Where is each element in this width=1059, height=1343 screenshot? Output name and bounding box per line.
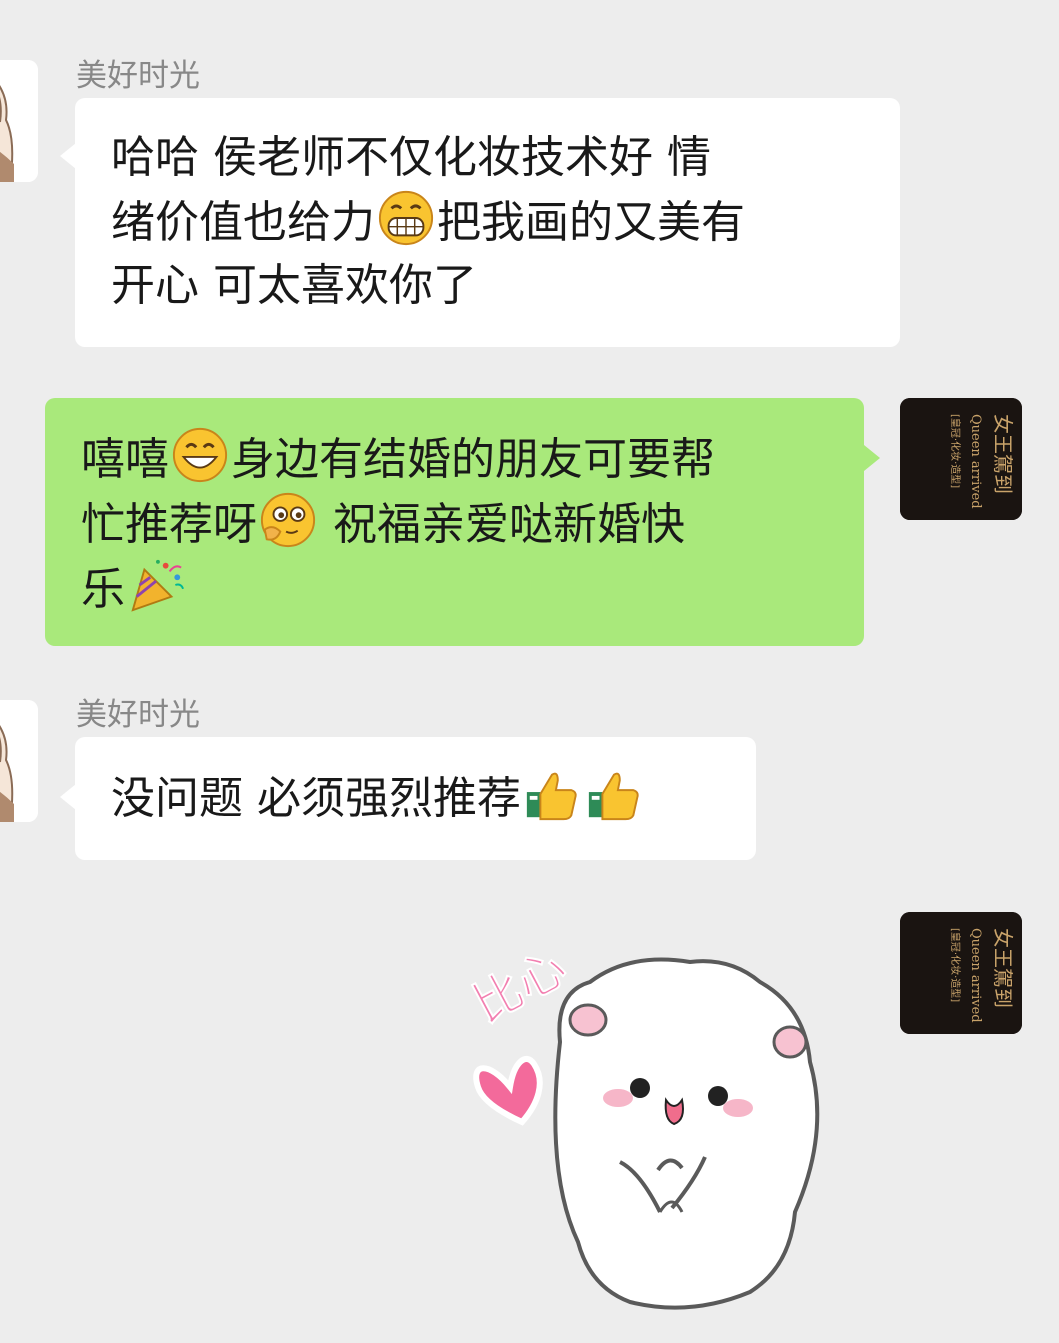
heart-icon	[473, 1056, 543, 1126]
my-avatar[interactable]: 女王駕到 Queen arrived [皇冠·化妆·造型]	[900, 912, 1022, 1034]
bear-heart-sticker[interactable]: 比心	[460, 912, 840, 1322]
sender-name: 美好时光	[76, 697, 200, 733]
avatar-logo-title: 女王駕到	[991, 414, 1015, 494]
bubble-tail	[60, 143, 76, 169]
bubble-tail	[864, 445, 880, 471]
bubble-tail	[60, 784, 76, 810]
avatar-logo-subtitle: Queen arrived	[968, 414, 983, 509]
avatar-logo-subtitle: Queen arrived	[968, 928, 983, 1023]
avatar-logo-tagline: [皇冠·化妆·造型]	[949, 414, 962, 488]
party-popper-icon	[131, 559, 184, 612]
message-text: 乐	[81, 564, 125, 615]
message-text: 祝福亲爱哒新婚快	[319, 499, 685, 550]
message-text: 绪价值也给力	[111, 197, 375, 248]
message-text: 没问题 必须强烈推荐	[111, 773, 521, 824]
grinning-squinting-face-icon	[378, 190, 434, 246]
message-text: 身边有结婚的朋友可要帮	[231, 434, 715, 485]
my-avatar[interactable]: 女王駕到 Queen arrived [皇冠·化妆·造型]	[900, 398, 1022, 520]
bear-sticker-icon: 比心	[464, 938, 820, 1310]
sender-avatar[interactable]	[0, 60, 38, 182]
queen-logo-avatar-icon: 女王駕到 Queen arrived [皇冠·化妆·造型]	[900, 398, 1022, 520]
message-bubble-incoming[interactable]: 没问题 必须强烈推荐	[75, 737, 756, 860]
message-text: 忙推荐呀	[81, 499, 257, 550]
shy-thinking-face-icon	[260, 492, 316, 548]
queen-logo-avatar-icon: 女王駕到 Queen arrived [皇冠·化妆·造型]	[900, 912, 1022, 1034]
thumbs-up-icon	[588, 772, 639, 821]
cat-avatar-icon	[0, 60, 38, 182]
avatar-logo-title: 女王駕到	[991, 928, 1015, 1008]
sender-avatar[interactable]	[0, 700, 38, 822]
sender-name: 美好时光	[76, 58, 200, 94]
cat-avatar-icon	[0, 700, 38, 822]
thumbs-up-icon	[526, 772, 577, 821]
message-text: 嘻嘻	[81, 434, 169, 485]
message-text: 把我画的又美有	[437, 197, 745, 248]
message-line: 哈哈 侯老师不仅化妆技术好 情	[111, 132, 711, 183]
message-bubble-outgoing[interactable]: 嘻嘻 身边有结婚的朋友可要帮 忙推荐呀 祝福亲爱哒新婚快 乐	[45, 398, 864, 646]
avatar-logo-tagline: [皇冠·化妆·造型]	[949, 928, 962, 1002]
message-bubble-incoming[interactable]: 哈哈 侯老师不仅化妆技术好 情 绪价值也给力 把我画的又美有 开心 可太喜欢你了	[75, 98, 900, 347]
grinning-face-icon	[172, 427, 228, 483]
message-line: 开心 可太喜欢你了	[111, 260, 477, 311]
